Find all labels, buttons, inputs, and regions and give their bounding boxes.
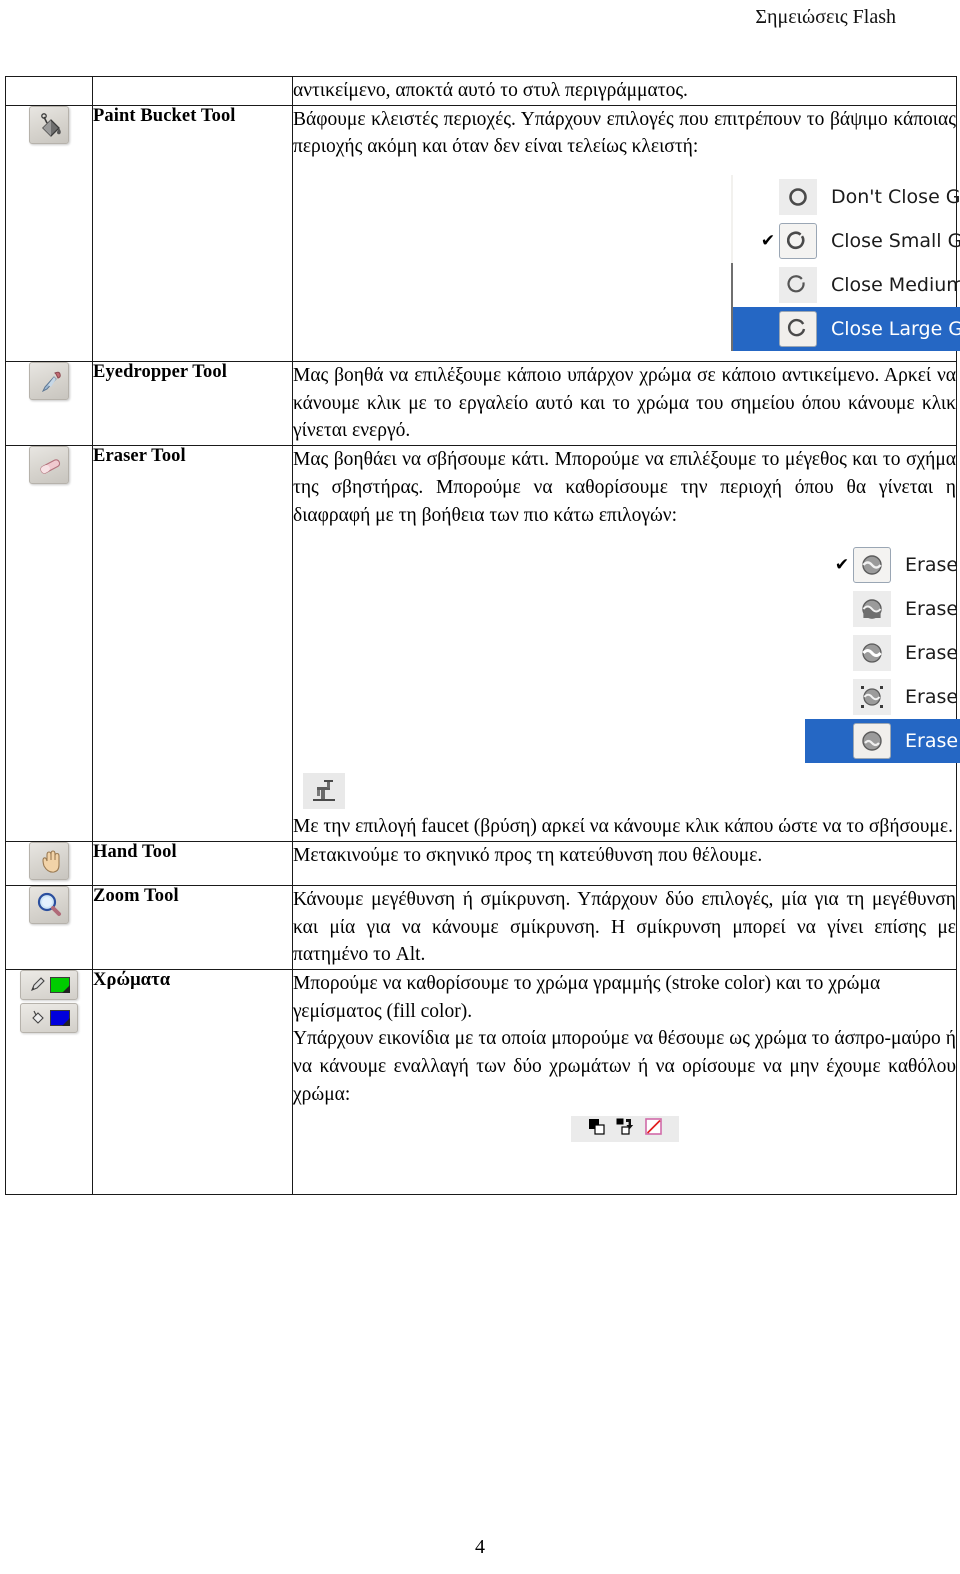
table-row: αντικείμενο, αποκτά αυτό το στυλ περιγρά… <box>5 76 957 106</box>
tool-name: Eyedropper Tool <box>92 361 293 447</box>
tool-description: Μας βοηθά να επιλέξουμε κάποιο υπάρχον χ… <box>292 361 957 447</box>
check-mark: ✔ <box>760 230 776 251</box>
erase-fills-icon <box>853 591 891 628</box>
icon-cell <box>5 840 93 886</box>
fill-color-control[interactable] <box>20 1002 78 1033</box>
menu-item-erase-inside[interactable]: Erase Inside <box>805 719 960 764</box>
menu-item-erase-normal[interactable]: ✔ Erase Normal <box>805 543 960 587</box>
stroke-color-control[interactable] <box>20 969 78 1000</box>
paragraph: Κάνουμε μεγέθυνση ή σμίκρυνση. Υπάρχουν … <box>293 888 956 966</box>
paragraph: Μας βοηθά να επιλέξουμε κάποιο υπάρχον χ… <box>293 365 956 442</box>
erase-normal-icon <box>853 547 891 584</box>
stroke-fill-swatches-icon <box>6 969 92 1033</box>
tool-description: Μπορούμε να καθορίσουμε το χρώμα γραμμής… <box>292 968 957 1195</box>
color-shortcut-icons <box>570 1116 679 1144</box>
page-number: 4 <box>475 1536 485 1558</box>
tool-description: Βάφουμε κλειστές περιοχές. Υπάρχουν επιλ… <box>292 104 960 363</box>
menu-item-label: Don't Close Gaps <box>831 185 960 208</box>
magnifier-icon[interactable] <box>29 885 69 924</box>
paragraph: Μας βοηθάει να σβήσουμε κάτι. Μπορούμε ν… <box>293 449 956 526</box>
table-row: Eyedropper Tool Μας βοηθά να επιλέξουμε … <box>5 361 957 447</box>
black-and-white-icon[interactable] <box>588 1116 605 1144</box>
icon-cell <box>5 361 93 447</box>
menu-item-label: Close Small Gaps <box>831 229 960 252</box>
gap-medium-icon <box>779 267 817 304</box>
hand-icon[interactable] <box>29 841 69 880</box>
table-row: Χρώματα Μπορούμε να καθορίσουμε το χρώμα… <box>5 968 957 1195</box>
menu-item-close-small-gaps[interactable]: ✔ Close Small Gaps <box>731 219 960 263</box>
paragraph: αντικείμενο, αποκτά αυτό το στυλ περιγρά… <box>293 80 688 101</box>
menu-item-erase-lines[interactable]: Erase Lines <box>805 631 960 675</box>
gap-closing-menu[interactable]: Don't Close Gaps ✔ Close Small Gaps Clos… <box>731 175 960 352</box>
icon-cell <box>5 968 93 1195</box>
menu-item-label: Erase Inside <box>905 729 960 752</box>
menu-item-label: Erase Selected Fills <box>905 685 960 708</box>
paragraph: Μπορούμε να καθορίσουμε το χρώμα γραμμής… <box>293 972 881 1022</box>
eyedropper-icon[interactable] <box>29 362 69 401</box>
swap-colors-icon[interactable] <box>616 1116 634 1144</box>
tool-name: Eraser Tool <box>92 445 293 842</box>
menu-item-label: Close Large Gaps <box>831 317 960 340</box>
tools-table: αντικείμενο, αποκτά αυτό το στυλ περιγρά… <box>5 76 960 1195</box>
gap-none-icon <box>779 179 817 216</box>
tool-description: Μετακινούμε το σκηνικό προς τη κατεύθυνσ… <box>292 840 957 886</box>
erase-selected-fills-icon <box>853 679 891 716</box>
tool-description: Μας βοηθάει να σβήσουμε κάτι. Μπορούμε ν… <box>292 445 960 842</box>
menu-item-erase-selected-fills[interactable]: Erase Selected Fills <box>805 675 960 719</box>
icon-cell <box>5 76 93 106</box>
tool-name: Hand Tool <box>92 840 293 886</box>
erase-inside-icon <box>853 723 891 760</box>
fill-color-chip[interactable] <box>49 1009 70 1026</box>
paragraph: Υπάρχουν εικονίδια με τα οποία μπορούμε … <box>293 1028 956 1105</box>
paragraph: Με την επιλογή faucet (βρύση) αρκεί να κ… <box>293 816 953 838</box>
eraser-icon[interactable] <box>29 446 69 485</box>
tool-description: Κάνουμε μεγέθυνση ή σμίκρυνση. Υπάρχουν … <box>292 884 957 970</box>
gap-small-icon <box>779 223 817 260</box>
tool-name: Zoom Tool <box>92 884 293 970</box>
erase-lines-icon <box>853 635 891 672</box>
no-color-icon[interactable] <box>644 1116 662 1144</box>
icon-cell <box>5 445 93 842</box>
table-row: Zoom Tool Κάνουμε μεγέθυνση ή σμίκρυνση.… <box>5 884 957 970</box>
paragraph: Μετακινούμε το σκηνικό προς τη κατεύθυνσ… <box>293 844 763 866</box>
table-row: Hand Tool Μετακινούμε το σκηνικό προς τη… <box>5 840 957 886</box>
menu-item-close-medium-gaps[interactable]: Close Medium Gaps <box>731 263 960 307</box>
menu-item-label: Erase Lines <box>905 641 960 664</box>
menu-item-dont-close-gaps[interactable]: Don't Close Gaps <box>731 175 960 219</box>
paint-bucket-icon[interactable] <box>29 105 69 144</box>
menu-item-close-large-gaps[interactable]: Close Large Gaps <box>731 307 960 352</box>
check-mark: ✔ <box>834 554 850 575</box>
tool-name <box>92 76 293 106</box>
tool-name: Χρώματα <box>92 968 293 1195</box>
paint-bucket-small-icon <box>31 1011 44 1025</box>
faucet-icon[interactable] <box>303 773 345 810</box>
menu-item-label: Close Medium Gaps <box>831 273 960 296</box>
menu-item-label: Erase Fills <box>905 597 960 620</box>
paragraph: Βάφουμε κλειστές περιοχές. Υπάρχουν επιλ… <box>293 108 956 158</box>
pencil-icon <box>30 977 45 992</box>
gap-large-icon <box>779 311 817 348</box>
page-title: Σημειώσεις Flash <box>755 6 896 28</box>
tool-description: αντικείμενο, αποκτά αυτό το στυλ περιγρά… <box>292 76 957 106</box>
table-row: Paint Bucket Tool Βάφουμε κλειστές περιο… <box>5 104 960 363</box>
menu-rail <box>731 175 733 352</box>
eraser-mode-menu[interactable]: ✔ Erase Normal <box>805 543 960 764</box>
stroke-color-chip[interactable] <box>49 976 70 993</box>
menu-item-label: Erase Normal <box>905 553 960 576</box>
menu-item-erase-fills[interactable]: Erase Fills <box>805 587 960 631</box>
icon-cell <box>5 104 93 363</box>
table-row: Eraser Tool Μας βοηθάει να σβήσουμε κάτι… <box>5 445 960 842</box>
icon-cell <box>5 884 93 970</box>
tool-name: Paint Bucket Tool <box>92 104 293 363</box>
